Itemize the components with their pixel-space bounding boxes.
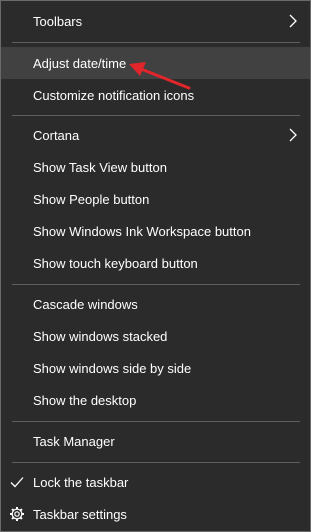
menu-item-label: Lock the taskbar xyxy=(33,474,129,490)
menu-item-label: Customize notification icons xyxy=(33,87,195,103)
menu-item-toolbars[interactable]: Toolbars xyxy=(1,5,310,37)
menu-item-show-people-button[interactable]: Show People button xyxy=(1,183,310,215)
menu-separator xyxy=(12,284,300,285)
menu-item-show-task-view-button[interactable]: Show Task View button xyxy=(1,151,310,183)
menu-item-label: Show People button xyxy=(33,191,150,207)
menu-separator xyxy=(12,42,300,43)
menu-item-task-manager[interactable]: Task Manager xyxy=(1,425,310,457)
menu-item-lock-the-taskbar[interactable]: Lock the taskbar xyxy=(1,466,310,498)
menu-item-show-touch-keyboard-button[interactable]: Show touch keyboard button xyxy=(1,247,310,279)
menu-item-cortana[interactable]: Cortana xyxy=(1,119,310,151)
menu-item-label: Task Manager xyxy=(33,433,115,449)
menu-separator xyxy=(12,115,300,116)
taskbar-context-menu: Toolbars Adjust date/time Customize noti… xyxy=(0,0,311,532)
menu-item-label: Show windows stacked xyxy=(33,328,168,344)
menu-item-label: Cascade windows xyxy=(33,296,138,312)
menu-item-label: Show the desktop xyxy=(33,392,137,408)
menu-item-label: Show Windows Ink Workspace button xyxy=(33,223,251,239)
menu-item-taskbar-settings[interactable]: Taskbar settings xyxy=(1,498,310,530)
menu-separator xyxy=(12,462,300,463)
menu-item-show-the-desktop[interactable]: Show the desktop xyxy=(1,384,310,416)
menu-item-show-ink-workspace-button[interactable]: Show Windows Ink Workspace button xyxy=(1,215,310,247)
menu-item-label: Show windows side by side xyxy=(33,360,192,376)
chevron-right-icon xyxy=(289,128,297,142)
menu-item-label: Adjust date/time xyxy=(33,55,127,71)
menu-item-label: Toolbars xyxy=(33,13,83,29)
gear-icon xyxy=(10,507,24,521)
menu-item-label: Cortana xyxy=(33,127,80,143)
menu-item-adjust-datetime[interactable]: Adjust date/time xyxy=(1,47,310,79)
menu-item-label: Show Task View button xyxy=(33,159,167,175)
menu-item-customize-notification-icons[interactable]: Customize notification icons xyxy=(1,79,310,111)
menu-item-label: Show touch keyboard button xyxy=(33,255,198,271)
chevron-right-icon xyxy=(289,14,297,28)
menu-item-cascade-windows[interactable]: Cascade windows xyxy=(1,288,310,320)
menu-item-show-windows-stacked[interactable]: Show windows stacked xyxy=(1,320,310,352)
menu-item-label: Taskbar settings xyxy=(33,506,127,522)
checkmark-icon xyxy=(10,477,24,488)
menu-separator xyxy=(12,421,300,422)
menu-item-show-windows-side-by-side[interactable]: Show windows side by side xyxy=(1,352,310,384)
